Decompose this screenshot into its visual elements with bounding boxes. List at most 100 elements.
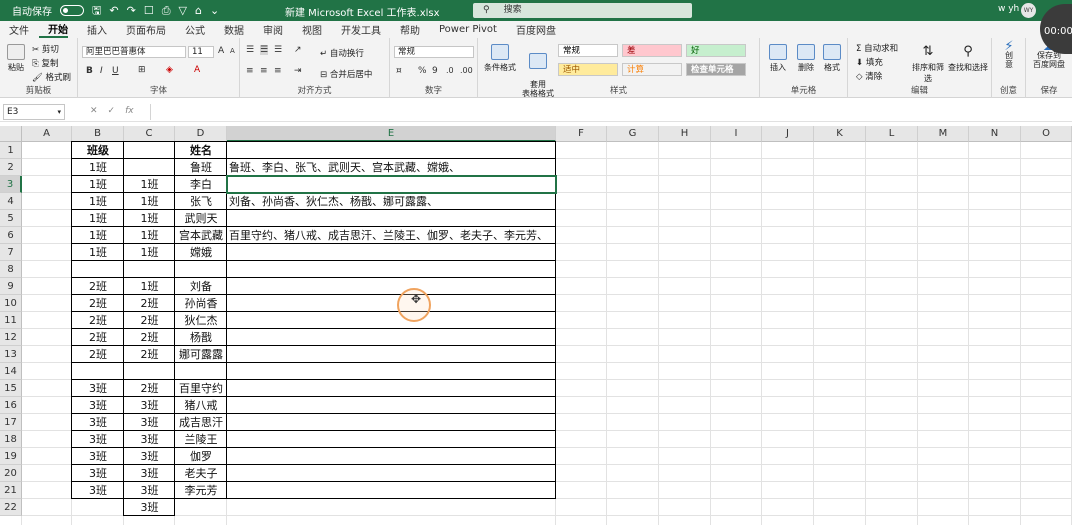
column-header-J[interactable]: J bbox=[762, 126, 814, 142]
paste-button[interactable]: 粘贴 bbox=[4, 44, 28, 73]
shrink-font-icon[interactable]: A bbox=[230, 47, 235, 55]
format-painter-button[interactable]: 🖌 格式刷 bbox=[32, 71, 71, 83]
style-cell-1[interactable]: 差 bbox=[622, 44, 682, 57]
cell-B4[interactable]: 1班 bbox=[72, 193, 124, 210]
comma-button[interactable]: 9 bbox=[432, 66, 438, 76]
cell-C16[interactable]: 3班 bbox=[124, 397, 175, 414]
indent-icon[interactable]: ⇥ bbox=[294, 66, 302, 76]
column-header-C[interactable]: C bbox=[124, 126, 175, 142]
cell-C10[interactable]: 2班 bbox=[124, 295, 175, 312]
row-header-5[interactable]: 5 bbox=[0, 210, 22, 227]
column-header-I[interactable]: I bbox=[711, 126, 762, 142]
cell-B1[interactable]: 班级 bbox=[72, 142, 124, 159]
column-header-D[interactable]: D bbox=[175, 126, 227, 142]
create-button[interactable]: ⚡ 创 意 bbox=[998, 40, 1020, 69]
tab-2[interactable]: 插入 bbox=[78, 22, 107, 37]
row-header-21[interactable]: 21 bbox=[0, 482, 22, 499]
orientation-icon[interactable]: ↗ bbox=[294, 45, 302, 55]
cell-C3[interactable]: 1班 bbox=[124, 176, 175, 193]
bold-button[interactable]: B bbox=[86, 66, 93, 76]
cell-B12[interactable]: 2班 bbox=[72, 329, 124, 346]
cell-C12[interactable]: 2班 bbox=[124, 329, 175, 346]
align-middle-icon[interactable]: ☰ bbox=[260, 45, 269, 55]
row-header-9[interactable]: 9 bbox=[0, 278, 22, 295]
row-header-1[interactable]: 1 bbox=[0, 142, 22, 159]
new-file-icon[interactable]: ☐ bbox=[144, 4, 154, 18]
column-header-F[interactable]: F bbox=[556, 126, 607, 142]
cell-B11[interactable]: 2班 bbox=[72, 312, 124, 329]
find-select-button[interactable]: ⚲ 查找和选择 bbox=[948, 44, 988, 73]
cell-D18[interactable]: 兰陵王 bbox=[175, 431, 227, 448]
tab-10[interactable]: Power Pivot bbox=[430, 24, 497, 35]
fill-color-icon[interactable]: ◈ bbox=[166, 65, 173, 75]
cell-B16[interactable]: 3班 bbox=[72, 397, 124, 414]
clear-button[interactable]: ◇ 清除 bbox=[856, 70, 882, 82]
cell-B3[interactable]: 1班 bbox=[72, 176, 124, 193]
worksheet-grid[interactable]: A B C D E F G H I J K L M N O 1 2 3 4 5 6 7 8 9 10 11 12 13 14 15 16 17… bbox=[0, 126, 1072, 525]
grow-font-icon[interactable]: A bbox=[218, 46, 224, 56]
cell-D20[interactable]: 老夫子 bbox=[175, 465, 227, 482]
cell-C20[interactable]: 3班 bbox=[124, 465, 175, 482]
cell-C11[interactable]: 2班 bbox=[124, 312, 175, 329]
insert-cells-button[interactable]: 插入 bbox=[766, 44, 790, 73]
column-header-M[interactable]: M bbox=[918, 126, 969, 142]
row-header-20[interactable]: 20 bbox=[0, 465, 22, 482]
fill-button[interactable]: ⬇ 填充 bbox=[856, 56, 883, 68]
decrease-decimal-icon[interactable]: .00 bbox=[460, 66, 473, 75]
cell-B20[interactable]: 3班 bbox=[72, 465, 124, 482]
cell-C17[interactable]: 3班 bbox=[124, 414, 175, 431]
cell-C13[interactable]: 2班 bbox=[124, 346, 175, 363]
cell-D7[interactable]: 嫦娥 bbox=[175, 244, 227, 261]
percent-button[interactable]: % bbox=[418, 66, 427, 76]
tab-4[interactable]: 公式 bbox=[176, 22, 205, 37]
conditional-format-button[interactable]: 条件格式 bbox=[482, 44, 518, 73]
tab-8[interactable]: 开发工具 bbox=[332, 22, 381, 37]
cell-B10[interactable]: 2班 bbox=[72, 295, 124, 312]
cell-D17[interactable]: 成吉思汗 bbox=[175, 414, 227, 431]
cancel-icon[interactable]: ✕ bbox=[90, 106, 108, 116]
number-format-select[interactable]: 常规 bbox=[394, 46, 474, 58]
column-header-H[interactable]: H bbox=[659, 126, 711, 142]
autosum-button[interactable]: Σ 自动求和 bbox=[856, 42, 898, 54]
style-cell-5[interactable]: 检查单元格 bbox=[686, 63, 746, 76]
cell-D21[interactable]: 李元芳 bbox=[175, 482, 227, 499]
row-header-8[interactable]: 8 bbox=[0, 261, 22, 278]
name-box[interactable]: E3 ▾ bbox=[3, 104, 65, 120]
column-header-L[interactable]: L bbox=[866, 126, 918, 142]
cell-D19[interactable]: 伽罗 bbox=[175, 448, 227, 465]
tab-11[interactable]: 百度网盘 bbox=[507, 22, 556, 37]
save-icon[interactable]: 🖫 bbox=[92, 4, 101, 18]
format-cells-button[interactable]: 格式 bbox=[820, 44, 844, 73]
currency-icon[interactable]: ¤ bbox=[396, 66, 402, 76]
row-header-4[interactable]: 4 bbox=[0, 193, 22, 210]
italic-button[interactable]: I bbox=[100, 66, 103, 76]
align-center-icon[interactable]: ≡ bbox=[260, 66, 268, 76]
cell-D9[interactable]: 刘备 bbox=[175, 278, 227, 295]
row-header-19[interactable]: 19 bbox=[0, 448, 22, 465]
column-header-A[interactable]: A bbox=[22, 126, 72, 142]
style-cell-3[interactable]: 适中 bbox=[558, 63, 618, 76]
cell-B18[interactable]: 3班 bbox=[72, 431, 124, 448]
cell-B2[interactable]: 1班 bbox=[72, 159, 124, 176]
row-header-14[interactable]: 14 bbox=[0, 363, 22, 380]
cell-B21[interactable]: 3班 bbox=[72, 482, 124, 499]
cell-D13[interactable]: 娜可露露 bbox=[175, 346, 227, 363]
merge-center-button[interactable]: ⊟ 合并后居中 bbox=[320, 68, 372, 80]
font-size-select[interactable]: 11 bbox=[188, 46, 214, 58]
cell-C7[interactable]: 1班 bbox=[124, 244, 175, 261]
row-header-13[interactable]: 13 bbox=[0, 346, 22, 363]
cell-C9[interactable]: 1班 bbox=[124, 278, 175, 295]
avatar[interactable]: WY bbox=[1021, 3, 1036, 18]
tab-7[interactable]: 视图 bbox=[293, 22, 322, 37]
customize-chevron-down-icon[interactable]: ⌄ bbox=[210, 4, 219, 18]
style-cell-0[interactable]: 常规 bbox=[558, 44, 618, 57]
cell-D3[interactable]: 李白 bbox=[175, 176, 227, 193]
style-cell-2[interactable]: 好 bbox=[686, 44, 746, 57]
autosave-toggle[interactable] bbox=[60, 5, 84, 16]
style-cell-4[interactable]: 计算 bbox=[622, 63, 682, 76]
tab-0[interactable]: 文件 bbox=[0, 22, 29, 37]
font-color-icon[interactable]: A bbox=[194, 65, 200, 75]
cell-C4[interactable]: 1班 bbox=[124, 193, 175, 210]
row-header-12[interactable]: 12 bbox=[0, 329, 22, 346]
row-header-2[interactable]: 2 bbox=[0, 159, 22, 176]
